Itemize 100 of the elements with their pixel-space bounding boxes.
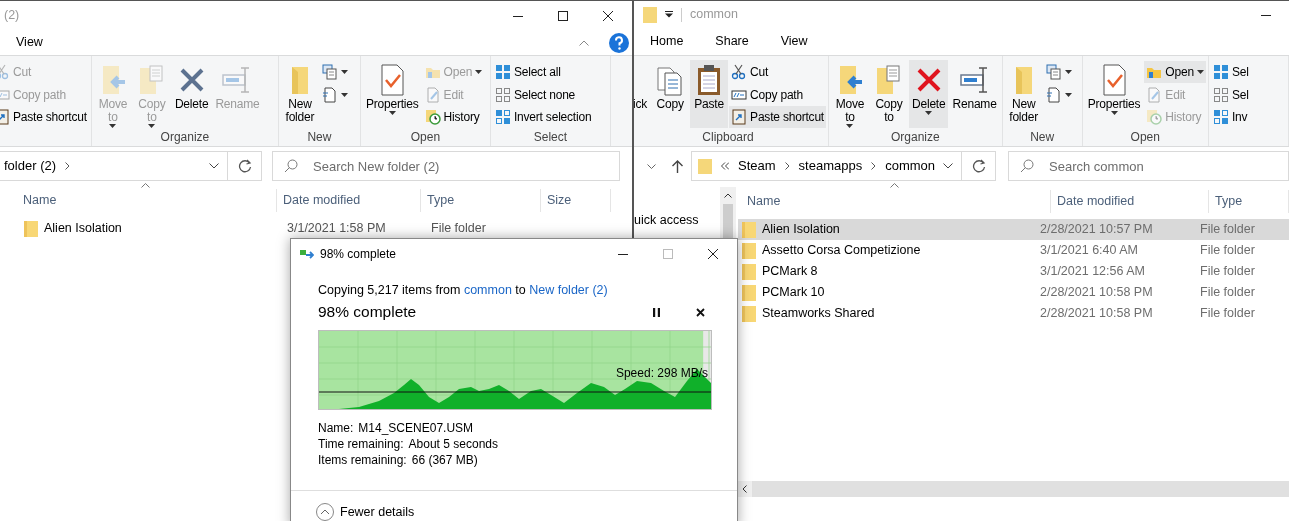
refresh-icon[interactable] xyxy=(237,159,252,173)
column-header[interactable]: Name xyxy=(17,189,277,212)
ribbon-button[interactable]: Properties xyxy=(362,60,422,128)
breadcrumb[interactable]: Steam xyxy=(738,156,776,176)
ribbon-button[interactable]: Properties xyxy=(1084,60,1144,128)
chevron-down-icon[interactable] xyxy=(209,163,219,169)
toggle-details-button[interactable]: Fewer details xyxy=(316,503,415,521)
ribbon-button[interactable]: Invert selection xyxy=(492,106,594,128)
invert-selection-icon xyxy=(494,109,511,126)
column-header[interactable]: Type xyxy=(1209,190,1289,213)
chevron-down-icon[interactable] xyxy=(647,163,656,169)
type-cell: File folder xyxy=(1200,222,1255,237)
search-icon xyxy=(284,159,298,173)
ribbon-button[interactable]: Paste shortcut xyxy=(729,106,826,128)
file-name: Alien Isolation xyxy=(44,220,122,238)
ribbon-button[interactable]: History xyxy=(422,106,485,128)
caret-icon xyxy=(340,93,348,97)
collapse-icon[interactable] xyxy=(579,39,589,46)
ribbon-tab[interactable]: View xyxy=(3,30,56,55)
new-item-button[interactable] xyxy=(319,61,350,83)
ribbon-button[interactable]: Select none xyxy=(492,83,594,106)
chevron-icon xyxy=(65,162,71,170)
ribbon-button[interactable]: Rename xyxy=(949,60,1000,128)
cancel-icon[interactable] xyxy=(696,307,705,317)
ribbon-button[interactable]: Delete xyxy=(171,60,212,128)
ribbon-button[interactable]: Copy xyxy=(651,60,690,128)
help-icon[interactable] xyxy=(609,32,629,53)
ribbon-tab[interactable]: Home xyxy=(637,29,697,54)
ribbon-button[interactable]: Open xyxy=(1144,61,1206,83)
scrollbar[interactable] xyxy=(736,481,1289,497)
column-header[interactable]: Date modified xyxy=(277,189,421,212)
caret-icon xyxy=(388,111,396,115)
file-row[interactable]: PCMark 10 2/28/2021 10:58 PM File folder xyxy=(738,282,1289,303)
file-row[interactable]: PCMark 8 3/1/2021 12:56 AM File folder xyxy=(738,261,1289,282)
breadcrumb[interactable]: folder (2) xyxy=(4,156,57,176)
column-header[interactable]: Date modified xyxy=(1051,190,1209,213)
close-icon[interactable] xyxy=(708,249,718,259)
file-name: Assetto Corsa Competizione xyxy=(762,242,921,260)
refresh-icon[interactable] xyxy=(971,159,986,173)
ribbon-button[interactable]: Copy to xyxy=(870,60,908,128)
file-row[interactable]: Alien Isolation 2/28/2021 10:57 PM File folder xyxy=(738,219,1289,240)
caret-icon xyxy=(1110,111,1118,115)
source-link[interactable]: common xyxy=(463,283,512,297)
folder-icon xyxy=(742,221,756,238)
maximize-icon[interactable] xyxy=(558,10,568,21)
ribbon-button[interactable]: New folder xyxy=(1004,60,1043,128)
edit-icon xyxy=(424,86,441,103)
ribbon-button[interactable]: Copy path xyxy=(729,83,826,106)
progress-heading: 98% complete xyxy=(318,302,418,323)
file-row[interactable]: Alien Isolation 3/1/2021 1:58 PM File folder xyxy=(20,218,632,239)
shortcut-icon xyxy=(731,109,748,126)
new-item-icon xyxy=(321,64,338,80)
ribbon-button[interactable]: New folder xyxy=(280,60,319,128)
type-cell: File folder xyxy=(1200,306,1255,321)
scroll-up-icon[interactable] xyxy=(724,193,732,198)
ribbon-button[interactable]: ick xyxy=(634,60,651,128)
nav-item[interactable]: uick access xyxy=(634,211,720,233)
ribbon-button[interactable]: Paste xyxy=(690,60,729,128)
select-all-icon xyxy=(494,63,511,80)
up-arrow-icon[interactable] xyxy=(672,159,683,173)
ribbon-button[interactable]: Move to xyxy=(831,60,869,128)
ribbon-button[interactable]: Paste shortcut xyxy=(0,106,89,128)
ribbon-button[interactable]: Cut xyxy=(729,61,826,83)
caret-icon xyxy=(846,124,854,128)
date-cell: 2/28/2021 10:58 PM xyxy=(1040,285,1153,300)
scroll-left-icon[interactable] xyxy=(741,485,747,493)
address-bar[interactable]: folder (2) xyxy=(0,151,262,181)
window-title: common xyxy=(690,6,739,24)
destination-link[interactable]: New folder (2) xyxy=(529,283,608,297)
pause-icon[interactable] xyxy=(653,307,660,317)
history-icon xyxy=(1146,109,1163,126)
search-field[interactable]: Search New folder (2) xyxy=(272,151,620,181)
column-header[interactable]: Type xyxy=(421,189,541,212)
ribbon-tab[interactable]: Share xyxy=(702,29,762,54)
ribbon-button[interactable]: Sel xyxy=(1210,61,1251,83)
breadcrumb[interactable]: steamapps xyxy=(798,156,863,176)
column-header[interactable]: Size xyxy=(541,189,611,212)
file-row[interactable]: Steamworks Shared 2/28/2021 10:58 PM File folder xyxy=(738,303,1289,324)
folder-icon xyxy=(698,158,712,174)
breadcrumb[interactable]: common xyxy=(885,156,936,176)
folder-icon xyxy=(742,284,756,301)
file-row[interactable]: Assetto Corsa Competizione 3/1/2021 6:40 AM File folder xyxy=(738,240,1289,261)
ribbon-tab[interactable]: View xyxy=(767,29,821,54)
copy-progress-icon xyxy=(300,249,314,259)
ribbon-button[interactable]: Inv xyxy=(1210,106,1251,128)
chevron-icon xyxy=(784,162,790,170)
history-icon xyxy=(424,109,441,126)
ribbon-button[interactable]: Select all xyxy=(492,61,594,83)
ribbon-button[interactable]: Delete xyxy=(909,60,949,128)
caret-icon xyxy=(109,124,117,128)
search-field[interactable]: Search common xyxy=(1008,151,1289,181)
invert-selection-icon xyxy=(1212,109,1229,126)
chevron-down-icon[interactable] xyxy=(943,163,954,169)
caret-icon xyxy=(925,111,933,115)
ribbon-button[interactable]: Sel xyxy=(1210,83,1251,106)
column-header[interactable]: Name xyxy=(741,190,1051,213)
close-icon[interactable] xyxy=(603,10,613,21)
new-item-button[interactable] xyxy=(1043,61,1074,83)
address-bar[interactable]: Steam steamapps common xyxy=(691,151,997,181)
quick-access-menu-icon[interactable] xyxy=(665,11,673,18)
